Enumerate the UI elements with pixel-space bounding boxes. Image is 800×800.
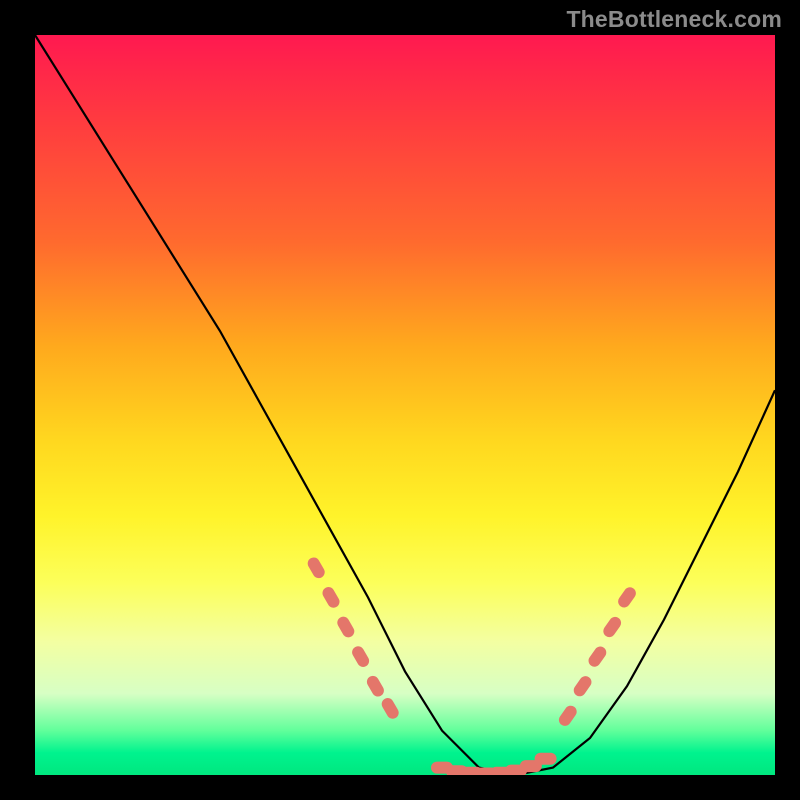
curve-marker xyxy=(557,703,579,728)
curve-marker xyxy=(586,644,608,669)
markers-right xyxy=(557,585,639,728)
curve-marker xyxy=(306,555,327,580)
curve-marker xyxy=(350,644,371,669)
curve-marker xyxy=(380,696,401,721)
bottleneck-curve xyxy=(35,35,775,775)
curve-marker xyxy=(601,615,623,640)
curve-marker xyxy=(571,674,593,699)
markers-left xyxy=(306,555,401,721)
markers-bottom xyxy=(431,753,557,775)
curve-marker xyxy=(365,674,386,699)
curve-marker xyxy=(320,585,341,610)
bottleneck-curve-svg xyxy=(35,35,775,775)
curve-marker xyxy=(535,753,557,765)
plot-area xyxy=(35,35,775,775)
chart-frame: TheBottleneck.com xyxy=(0,0,800,800)
curve-marker xyxy=(616,585,638,610)
watermark-label: TheBottleneck.com xyxy=(566,6,782,33)
curve-marker xyxy=(335,614,356,639)
